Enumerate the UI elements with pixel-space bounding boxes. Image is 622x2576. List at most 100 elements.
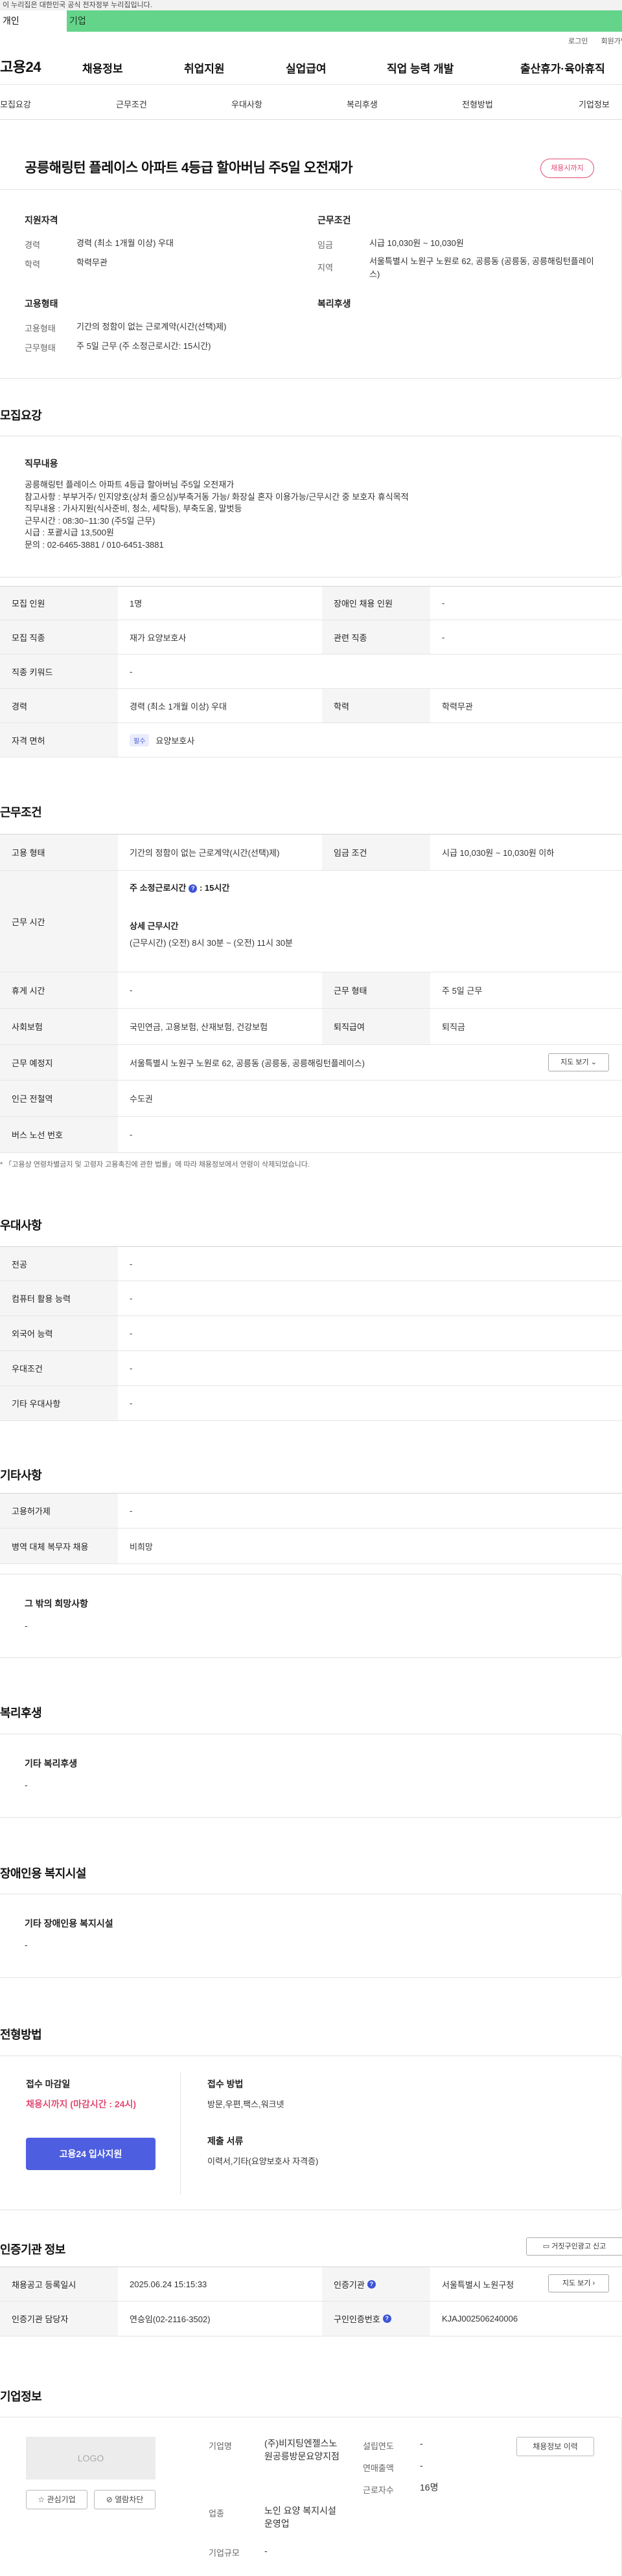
tab-personal[interactable]: 개인 [0,10,67,32]
login-link[interactable]: 로그인 [568,36,588,46]
recruit-section-title: 모집요강 [0,409,42,422]
report-false-ad-button[interactable]: ▭ 거짓구인광고 신고 [526,2237,622,2256]
row-value: - [130,985,133,995]
gnb-item-unemployment-benefit[interactable]: 실업급여 [286,60,327,76]
row-label: 버스 노선 번호 [0,1117,118,1152]
interest-label: 관심기업 [47,2495,76,2504]
site-logo[interactable]: 고용24 [0,56,41,76]
job-history-button[interactable]: 채용정보 이력 [516,2437,594,2456]
table-row: 휴게 시간 - 근무 형태 주 5일 근무 [0,972,622,1009]
support-qual-heading: 지원자격 [25,215,58,225]
tab-business[interactable]: 기업 [67,10,622,32]
block-label: 열람차단 [115,2495,144,2504]
employees-label: 근로자수 [363,2485,394,2495]
info-icon[interactable]: ? [382,2314,391,2323]
gnb-item-parental-leave[interactable]: 출산휴가·육아휴직 [520,60,605,76]
row-label: 우대조건 [0,1351,118,1385]
row-value: - [130,666,133,677]
employment-heading: 고용형태 [25,298,58,309]
info-icon[interactable]: ? [189,884,198,893]
row-value: 주 5일 근무 [442,986,483,996]
work-form-value: 주 5일 근무 (주 소정근로시간: 15시간) [76,341,211,351]
anchor-recruit[interactable]: 모집요강 [0,98,31,110]
row-value: 비희망 [130,1541,153,1552]
row-value: 시급 10,030원 ~ 10,030원 이하 [442,848,555,858]
industry-label: 업종 [209,2509,224,2518]
row-label: 고용허가제 [0,1494,118,1528]
job-title: 공릉해링턴 플레이스 아파트 4등급 할아버님 주5일 오전재가 [25,161,353,175]
gnb-item-employment-support[interactable]: 취업지원 [184,60,225,76]
row-label: 임금 조건 [322,834,430,870]
disability-box [0,1894,622,1978]
table-row: 버스 노선 번호 - [0,1117,622,1153]
anchor-conditions[interactable]: 근무조건 [116,98,147,110]
row-value: KJAJ002506240006 [442,2314,518,2324]
wage-label: 임금 [317,240,333,250]
block-view-button[interactable]: ⊘ 열람차단 [94,2490,156,2509]
required-chip: 필수 [130,734,150,746]
anchor-welfare[interactable]: 복리후생 [347,98,378,110]
job-no-label: 구인인증번호 [334,2314,380,2324]
welfare-box-value: - [25,1780,28,1790]
disability-box-heading: 기타 장애인용 복지시설 [25,1918,113,1929]
disability-box-value: - [25,1940,28,1950]
table-row: 우대조건 - [0,1351,622,1386]
scale-label: 기업규모 [209,2548,240,2558]
welfare-box [0,1734,622,1818]
career-label: 경력 [25,240,40,250]
employment-type-value: 기간의 정함이 없는 근로계약(시간(선택)제) [76,322,227,331]
other-wishes-value: - [25,1620,28,1631]
row-label: 근무 시간 [0,871,118,972]
chevron-right-icon: › [592,2279,595,2287]
row-label: 외국어 능력 [0,1316,118,1350]
table-row: 모집 직종 재가 요양보호사 관련 직종 - [0,620,622,655]
company-name-label: 기업명 [209,2441,232,2451]
gov-banner: 이 누리집은 대한민국 공식 전자정부 누리집입니다. [0,0,622,10]
anchor-nav: 모집요강 근무조건 우대사항 복리후생 전형방법 기업정보 [0,85,622,120]
method-value: 방문,우편,팩스,워크넷 [207,2100,284,2109]
signup-link[interactable]: 회원가입 [601,36,622,46]
table-row: 모집 인원 1명 장애인 채용 인원 - [0,586,622,620]
deadline-heading: 접수 마감일 [26,2079,71,2089]
map-button-label: 지도 보기 [560,1058,589,1066]
row-label: 근무 예정지 [0,1045,118,1080]
row-label: 인증기관 담당자 [0,2302,118,2336]
table-row: 채용공고 등록일시 2025.06.24 15:15:33 인증기관? 서울특별… [0,2267,622,2302]
work-form-label: 근무형태 [25,343,56,353]
weekly-hours: 주 소정근로시간? : 15시간 [130,881,229,893]
anchor-company[interactable]: 기업정보 [579,98,610,110]
util-links: 로그인 회원가입 [0,32,622,49]
table-row: 고용 형태 기간의 정함이 없는 근로계약(시간(선택)제) 임금 조건 시급 … [0,834,622,871]
license-value: 요양보호사 [156,735,195,746]
star-icon: ☆ [38,2495,45,2504]
map-button[interactable]: 지도 보기 ⌄ [548,1053,609,1071]
anchor-preference[interactable]: 우대사항 [231,98,262,110]
scale-value: - [264,2546,268,2556]
row-value: 연승임(02-2116-3502) [130,2314,211,2324]
interest-company-button[interactable]: ☆ 관심기업 [26,2490,87,2509]
row-label: 인증기관? [322,2267,430,2301]
row-label: 직종 키워드 [0,655,118,688]
block-icon: ⊘ [106,2495,113,2504]
apply-button[interactable]: 고용24 입사지원 [26,2138,156,2170]
row-label: 고용 형태 [0,834,118,870]
gnb-item-jobs[interactable]: 채용정보 [82,60,123,76]
agency-map-label: 지도 보기 [562,2279,591,2287]
row-value: - [130,1398,133,1408]
gnb-item-vocational-training[interactable]: 직업 능력 개발 [387,60,454,76]
row-value: - [130,1363,133,1373]
anchor-selection[interactable]: 전형방법 [462,98,493,110]
founded-value: - [420,2438,423,2448]
detail-hours-title: 상세 근무시간 [130,921,179,931]
global-nav: 고용24 채용정보 취업지원 실업급여 직업 능력 개발 출산휴가·육아휴직 [0,49,622,85]
table-row: 근무 시간 [0,871,622,972]
sales-label: 연매출액 [363,2463,394,2473]
career-value: 경력 (최소 1개월 이상) 우대 [76,238,174,248]
report-icon: ▭ [542,2243,550,2250]
wage-value: 시급 10,030원 ~ 10,030원 [369,238,464,248]
info-icon[interactable]: ? [367,2279,376,2289]
row-value: 서울특별시 노원구청 [442,2279,514,2290]
agency-map-button[interactable]: 지도 보기 › [548,2274,609,2292]
row-value: 경력 (최소 1개월 이상) 우대 [130,701,227,711]
row-value: - [130,1259,133,1269]
